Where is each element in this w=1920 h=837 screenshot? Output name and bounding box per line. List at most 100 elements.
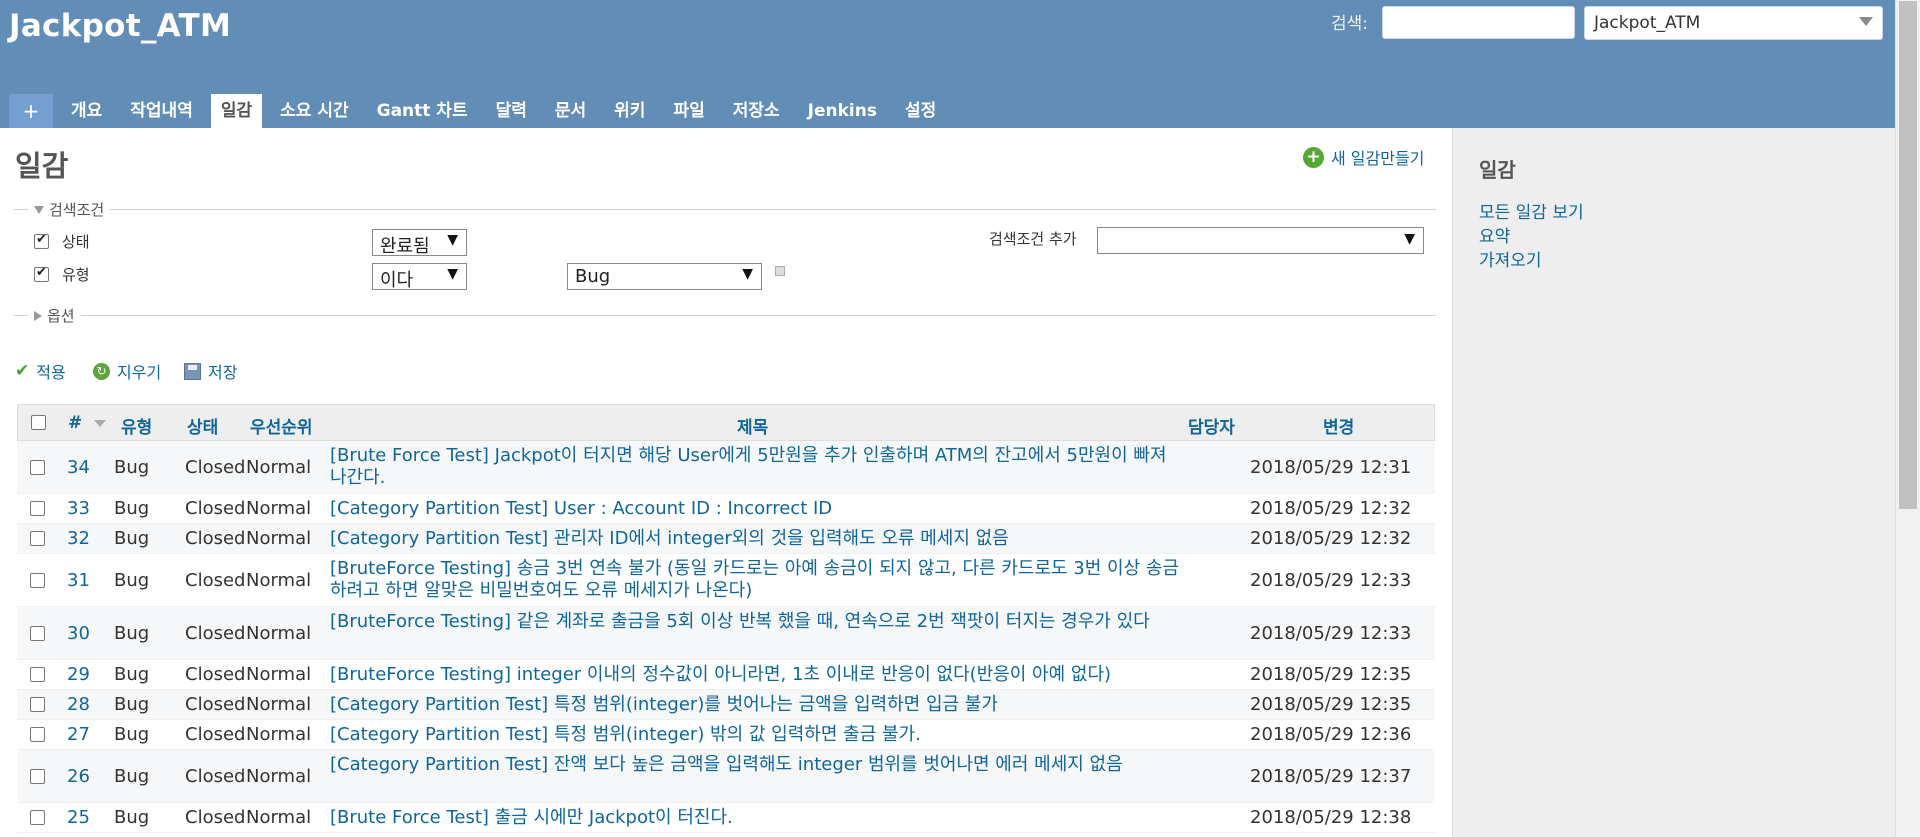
options-legend-label: 옵션 <box>47 307 75 325</box>
filter-tracker-operator-value: 이다 <box>380 270 414 291</box>
table-row[interactable]: 31 Bug Closed Normal [BruteForce Testing] 송금… <box>17 554 1435 607</box>
project-jump-select[interactable]: Jackpot_ATM <box>1584 6 1883 40</box>
table-row[interactable]: 27 Bug Closed Normal [Category Partition Tes… <box>17 720 1435 750</box>
issue-subject-link[interactable]: [Brute Force Test] 출금 시에만 Jackpot이 터진다. <box>330 807 1183 829</box>
dropdown-arrow-icon: ▼ <box>742 266 753 282</box>
issue-id-link[interactable]: 31 <box>67 570 90 591</box>
issue-updated: 2018/05/29 12:33 <box>1250 623 1412 644</box>
issue-id-link[interactable]: 25 <box>67 807 90 828</box>
save-query-button[interactable]: 저장 <box>184 359 237 383</box>
tab-files[interactable]: 파일 <box>663 94 714 128</box>
issue-status: Closed <box>185 694 246 715</box>
issue-id-link[interactable]: 32 <box>67 528 90 549</box>
issue-id-link[interactable]: 26 <box>67 766 90 787</box>
column-header-tracker[interactable]: 유형 <box>121 413 152 438</box>
sidebar-link-import[interactable]: 가져오기 <box>1479 246 1542 271</box>
issue-id-link[interactable]: 30 <box>67 623 90 644</box>
options-legend[interactable]: 옵션 <box>28 305 81 326</box>
row-checkbox[interactable] <box>30 531 45 546</box>
issue-updated: 2018/05/29 12:31 <box>1250 457 1412 478</box>
issue-id-link[interactable]: 29 <box>67 664 90 685</box>
tab-calendar[interactable]: 달력 <box>486 94 537 128</box>
issue-subject-link[interactable]: [Category Partition Test] 관리자 ID에서 integ… <box>330 528 1183 550</box>
issue-subject-link[interactable]: [Category Partition Test] 잔액 보다 높은 금액을 입… <box>330 754 1183 776</box>
search-input[interactable] <box>1382 6 1575 39</box>
issue-id-link[interactable]: 34 <box>67 457 90 478</box>
row-checkbox[interactable] <box>30 810 45 825</box>
column-header-id[interactable]: # <box>68 413 82 433</box>
table-row[interactable]: 26 Bug Closed Normal [Category Partition Tes… <box>17 750 1435 803</box>
table-row[interactable]: 28 Bug Closed Normal [Category Partition Tes… <box>17 690 1435 720</box>
tab-repository[interactable]: 저장소 <box>723 94 790 128</box>
tab-issues[interactable]: 일감 <box>210 94 263 128</box>
tab-settings[interactable]: 설정 <box>895 94 946 128</box>
expand-arrow-icon <box>34 310 42 321</box>
issue-subject-link[interactable]: [Category Partition Test] 특정 범위(integer)… <box>330 694 1183 716</box>
table-row[interactable]: 30 Bug Closed Normal [BruteForce Testing] 같은… <box>17 607 1435 660</box>
column-header-subject[interactable]: 제목 <box>737 413 768 438</box>
options-divider <box>14 315 1436 316</box>
row-checkbox[interactable] <box>30 727 45 742</box>
new-object-button[interactable]: + <box>9 94 53 128</box>
table-row[interactable]: 29 Bug Closed Normal [BruteForce Testing] in… <box>17 660 1435 690</box>
table-row[interactable]: 34 Bug Closed Normal [Brute Force Test] Jack… <box>17 441 1435 494</box>
issue-subject-link[interactable]: [BruteForce Testing] 같은 계좌로 출금을 5회 이상 반복… <box>330 611 1183 633</box>
row-checkbox[interactable] <box>30 460 45 475</box>
row-checkbox[interactable] <box>30 697 45 712</box>
sidebar-link-summary[interactable]: 요약 <box>1479 222 1510 247</box>
scrollbar-thumb[interactable] <box>1899 1 1917 509</box>
filter-status-checkbox[interactable] <box>34 232 49 249</box>
scrollbar[interactable] <box>1895 0 1920 837</box>
issue-updated: 2018/05/29 12:36 <box>1250 724 1412 745</box>
column-header-priority[interactable]: 우선순위 <box>250 413 313 438</box>
toggle-multiselect-icon[interactable] <box>775 266 785 276</box>
issue-status: Closed <box>185 724 246 745</box>
tab-spent-time[interactable]: 소요 시간 <box>270 94 358 128</box>
filter-tracker-label: 유형 <box>62 266 90 284</box>
project-title[interactable]: Jackpot_ATM <box>9 8 231 44</box>
tab-gantt[interactable]: Gantt 차트 <box>367 94 478 128</box>
filter-tracker-checkbox[interactable] <box>34 265 49 282</box>
issue-subject-link[interactable]: [Category Partition Test] 특정 범위(integer)… <box>330 724 1183 746</box>
issue-priority: Normal <box>246 498 312 519</box>
filter-tracker-value: Bug <box>575 266 611 287</box>
filters-legend-label: 검색조건 <box>49 201 105 219</box>
dropdown-arrow-icon: ▼ <box>447 266 458 282</box>
row-checkbox[interactable] <box>30 667 45 682</box>
row-checkbox[interactable] <box>30 501 45 516</box>
filter-status-operator-select[interactable]: 완료됨 ▼ <box>372 229 467 257</box>
issue-subject-link[interactable]: [Brute Force Test] Jackpot이 터지면 해당 User에… <box>330 445 1183 489</box>
filter-tracker-value-select[interactable]: Bug ▼ <box>567 263 762 290</box>
table-row[interactable]: 25 Bug Closed Normal [Brute Force Test] 출금 시… <box>17 803 1435 833</box>
page-title: 일감 <box>15 149 69 183</box>
select-all-checkbox[interactable] <box>31 415 46 430</box>
issue-status: Closed <box>185 528 246 549</box>
tab-jenkins[interactable]: Jenkins <box>798 94 887 128</box>
issue-tracker: Bug <box>114 570 150 591</box>
new-issue-link[interactable]: + 새 일감만들기 <box>1303 145 1424 169</box>
add-filter-select[interactable]: ▼ <box>1097 227 1424 254</box>
table-row[interactable]: 32 Bug Closed Normal [Category Partition Tes… <box>17 524 1435 554</box>
table-row[interactable]: 33 Bug Closed Normal [Category Partition Tes… <box>17 494 1435 524</box>
issue-subject-link[interactable]: [Category Partition Test] User : Account… <box>330 498 1183 520</box>
issue-subject-link[interactable]: [BruteForce Testing] 송금 3번 연속 불가 (동일 카드로… <box>330 558 1183 602</box>
column-header-status[interactable]: 상태 <box>187 413 218 438</box>
column-header-assignee[interactable]: 담당자 <box>1188 413 1235 438</box>
clear-button[interactable]: ↻ 지우기 <box>93 359 161 383</box>
column-header-updated[interactable]: 변경 <box>1323 413 1354 438</box>
row-checkbox[interactable] <box>30 769 45 784</box>
tab-documents[interactable]: 문서 <box>545 94 596 128</box>
issue-subject-link[interactable]: [BruteForce Testing] integer 이내의 정수값이 아니… <box>330 664 1183 686</box>
filters-legend[interactable]: 검색조건 <box>28 199 111 220</box>
tab-activity[interactable]: 작업내역 <box>120 94 203 128</box>
issue-id-link[interactable]: 33 <box>67 498 90 519</box>
tab-wiki[interactable]: 위키 <box>604 94 655 128</box>
issue-id-link[interactable]: 27 <box>67 724 90 745</box>
issue-id-link[interactable]: 28 <box>67 694 90 715</box>
filter-tracker-operator-select[interactable]: 이다 ▼ <box>372 263 467 291</box>
row-checkbox[interactable] <box>30 573 45 588</box>
apply-button[interactable]: ✔ 적용 <box>15 359 66 383</box>
sidebar-link-all-issues[interactable]: 모든 일감 보기 <box>1479 198 1584 223</box>
row-checkbox[interactable] <box>30 626 45 641</box>
tab-overview[interactable]: 개요 <box>61 94 112 128</box>
